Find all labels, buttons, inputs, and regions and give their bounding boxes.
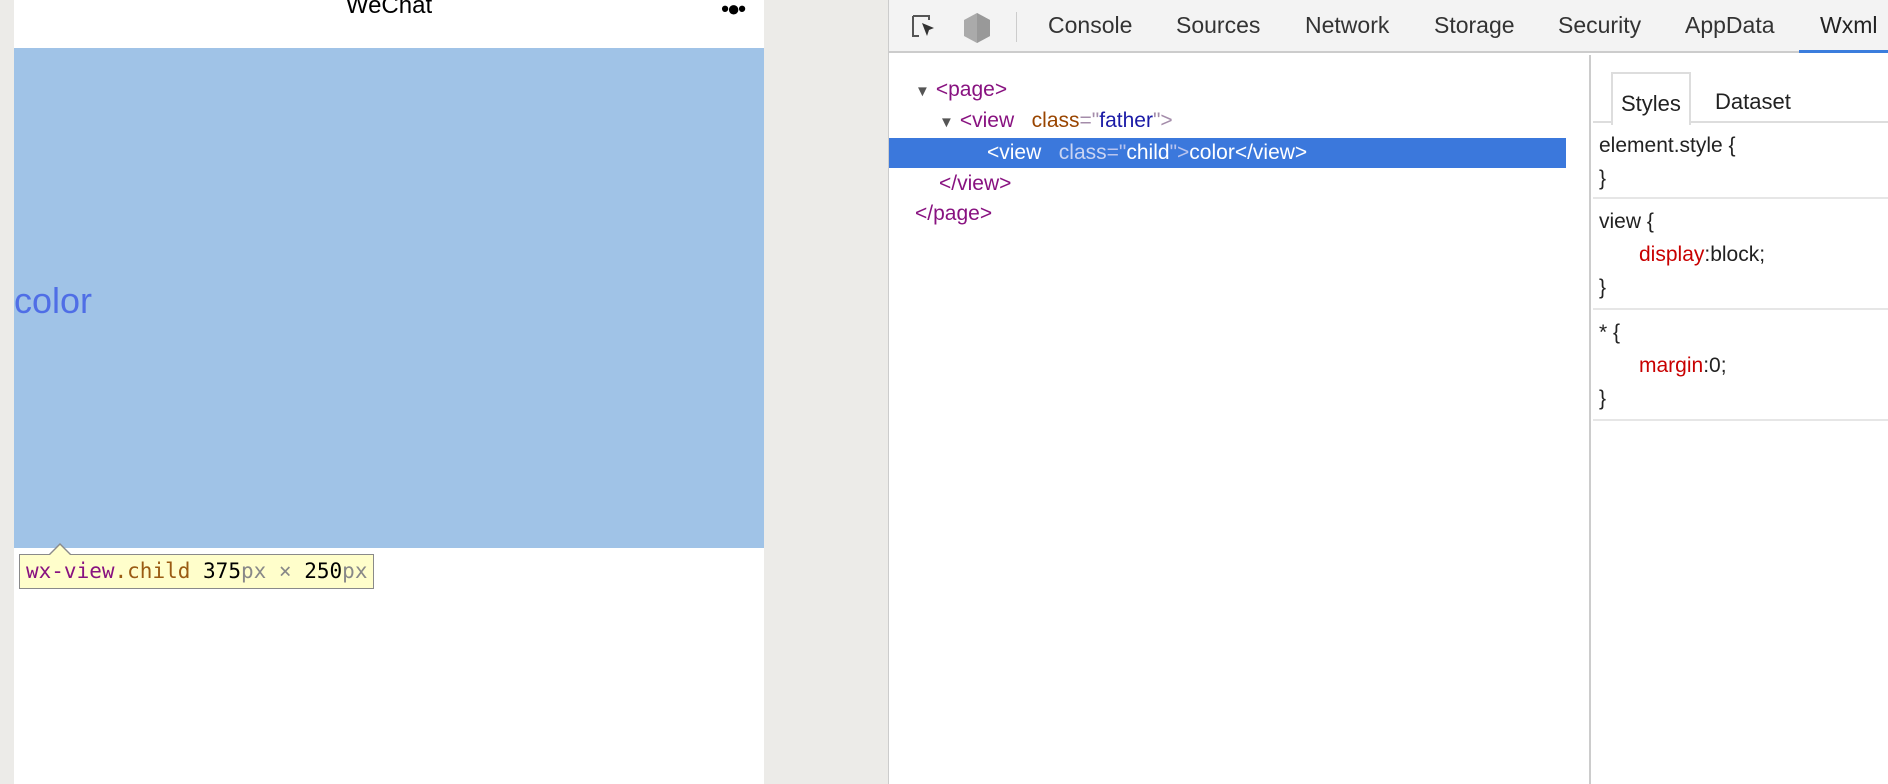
- punct: =": [1106, 141, 1127, 164]
- prop-name: margin: [1639, 354, 1704, 377]
- tree-node-view-child-selected[interactable]: <view class="child">color</view>: [889, 138, 1566, 168]
- tag: <view: [959, 109, 1015, 132]
- tab-security[interactable]: Security: [1558, 12, 1641, 39]
- rule-selector: * {: [1599, 321, 1621, 344]
- tree-node-view-father[interactable]: ▼ <view class="father">: [889, 106, 1566, 136]
- child-view[interactable]: color: [14, 48, 764, 548]
- active-tab-underline: [1799, 50, 1888, 53]
- attr-value: father: [1099, 109, 1153, 132]
- tab-storage[interactable]: Storage: [1434, 12, 1515, 39]
- inspect-cursor-icon[interactable]: [909, 12, 939, 42]
- tooltip-width: 375: [203, 559, 241, 583]
- tag: </page>: [915, 202, 993, 225]
- prop-value: :0;: [1703, 354, 1727, 377]
- rule-property[interactable]: margin:0;: [1599, 349, 1888, 382]
- attr-name: class: [1031, 109, 1080, 132]
- tag: <page>: [935, 78, 1008, 101]
- tag: <view: [987, 141, 1042, 164]
- tree-node-page-close[interactable]: </page>: [889, 199, 1566, 229]
- styles-tabs: Styles Dataset: [1593, 72, 1888, 125]
- tab-dataset[interactable]: Dataset: [1707, 72, 1799, 123]
- element-tooltip: wx-view.child 375px × 250px: [19, 543, 375, 589]
- tab-appdata[interactable]: AppData: [1685, 12, 1775, 39]
- hexagon-icon[interactable]: [961, 12, 993, 44]
- wxml-tree: ▼ <page> ▼ <view class="father"> <view cla…: [889, 55, 1591, 784]
- attr-value: child: [1126, 141, 1170, 164]
- rule-selector: view {: [1599, 210, 1654, 233]
- child-text: color: [14, 280, 93, 321]
- devtools: Console Sources Network Storage Security…: [888, 0, 1888, 784]
- nav-title: WeChat: [345, 0, 433, 19]
- punct: ">: [1169, 141, 1190, 164]
- tooltip-unit: px: [240, 559, 267, 583]
- rule-close: }: [1599, 276, 1607, 299]
- more-dots-icon[interactable]: •●•: [721, 0, 746, 22]
- node-text: color: [1189, 141, 1235, 164]
- rule-close: }: [1599, 387, 1607, 410]
- tab-console[interactable]: Console: [1048, 12, 1132, 39]
- tag: </view>: [939, 172, 1012, 195]
- tab-network[interactable]: Network: [1305, 12, 1389, 39]
- rule-close: }: [1599, 167, 1607, 190]
- toolbar-divider: [1016, 12, 1017, 42]
- tag: </view>: [1234, 141, 1308, 164]
- simulator: WeChat •●• color wx-view.child 375px × 2…: [14, 0, 764, 784]
- style-rule-element: element.style { }: [1593, 125, 1888, 199]
- rule-selector: element.style {: [1599, 134, 1736, 157]
- attr-name: class: [1058, 141, 1107, 164]
- prop-value: :block;: [1704, 243, 1766, 266]
- tooltip-class: .child: [114, 559, 191, 583]
- prop-name: display: [1639, 243, 1705, 266]
- expand-triangle-icon[interactable]: ▼: [939, 114, 954, 131]
- style-rule-view: view { display:block; }: [1593, 199, 1888, 310]
- tooltip-times: ×: [278, 559, 292, 583]
- rule-property[interactable]: display:block;: [1599, 238, 1888, 271]
- tooltip-height: 250: [304, 559, 343, 583]
- styles-panel: Styles Dataset element.style { } view { …: [1593, 55, 1888, 784]
- tab-wxml[interactable]: Wxml: [1820, 12, 1877, 39]
- tree-node-page[interactable]: ▼ <page>: [889, 75, 1566, 105]
- style-rule-universal: * { margin:0; }: [1593, 310, 1888, 421]
- tooltip-unit: px: [342, 559, 368, 583]
- expand-triangle-icon[interactable]: ▼: [915, 83, 930, 100]
- tab-sources[interactable]: Sources: [1176, 12, 1260, 39]
- punct: =": [1079, 109, 1100, 132]
- tree-node-view-close[interactable]: </view>: [889, 169, 1566, 199]
- punct: ">: [1152, 109, 1173, 132]
- tooltip-tag: wx-view: [26, 559, 115, 583]
- devtools-toolbar: Console Sources Network Storage Security…: [889, 0, 1888, 53]
- tab-styles[interactable]: Styles: [1611, 72, 1691, 125]
